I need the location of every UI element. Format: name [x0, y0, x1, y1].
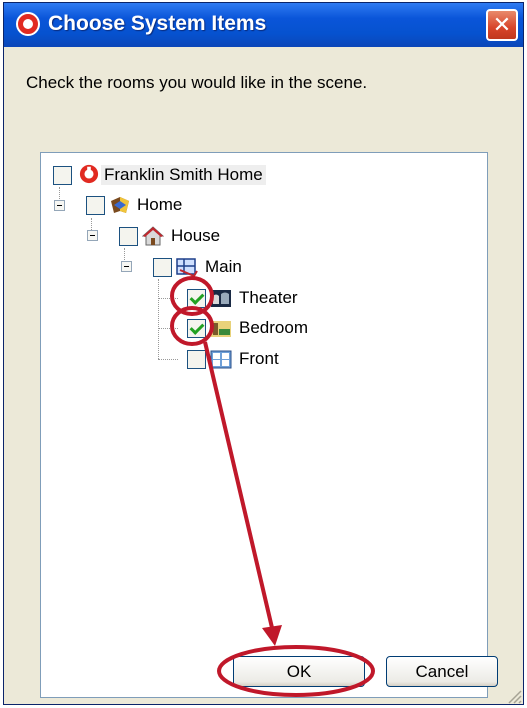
cancel-button[interactable]: Cancel [386, 656, 498, 687]
tree-label-root[interactable]: Franklin Smith Home [101, 165, 266, 185]
house-icon [142, 226, 164, 246]
tree-label-main[interactable]: Main [205, 257, 242, 277]
front-checkbox[interactable] [187, 350, 206, 369]
tree-label-house[interactable]: House [171, 226, 220, 246]
tree-line [158, 279, 159, 359]
collapse-toggle-home[interactable] [54, 200, 65, 211]
collapse-toggle-main[interactable] [121, 261, 132, 272]
title-bar[interactable]: Choose System Items ✕ [4, 3, 523, 47]
home-checkbox[interactable] [86, 196, 105, 215]
bedroom-icon [211, 321, 231, 337]
main-checkbox[interactable] [153, 258, 172, 277]
tree-label-theater[interactable]: Theater [239, 288, 298, 308]
theater-icon [211, 290, 231, 307]
home-shield-icon [111, 197, 129, 213]
resize-grip-icon[interactable] [504, 686, 522, 704]
tree-line [158, 298, 178, 299]
tree-label-home[interactable]: Home [137, 195, 182, 215]
house-checkbox[interactable] [119, 227, 138, 246]
tree-label-bedroom[interactable]: Bedroom [239, 318, 308, 338]
root-checkbox[interactable] [53, 166, 72, 185]
system-logo-icon [79, 164, 99, 184]
instruction-text: Check the rooms you would like in the sc… [26, 73, 368, 92]
collapse-toggle-house[interactable] [87, 230, 98, 241]
tree-label-front[interactable]: Front [239, 349, 279, 369]
dialog-window: Choose System Items ✕ Check the rooms yo… [3, 2, 524, 705]
window-title: Choose System Items [48, 12, 267, 35]
ok-button[interactable]: OK [233, 656, 365, 687]
bedroom-checkbox[interactable] [187, 319, 206, 338]
app-logo-icon [16, 12, 40, 36]
front-door-icon [210, 350, 232, 369]
tree-line [158, 359, 178, 360]
close-button[interactable]: ✕ [486, 9, 518, 41]
tree-line [158, 328, 178, 329]
theater-checkbox[interactable] [187, 289, 206, 308]
floor-icon [176, 258, 198, 277]
room-tree[interactable]: Franklin Smith Home Home House Main Thea… [40, 152, 488, 698]
